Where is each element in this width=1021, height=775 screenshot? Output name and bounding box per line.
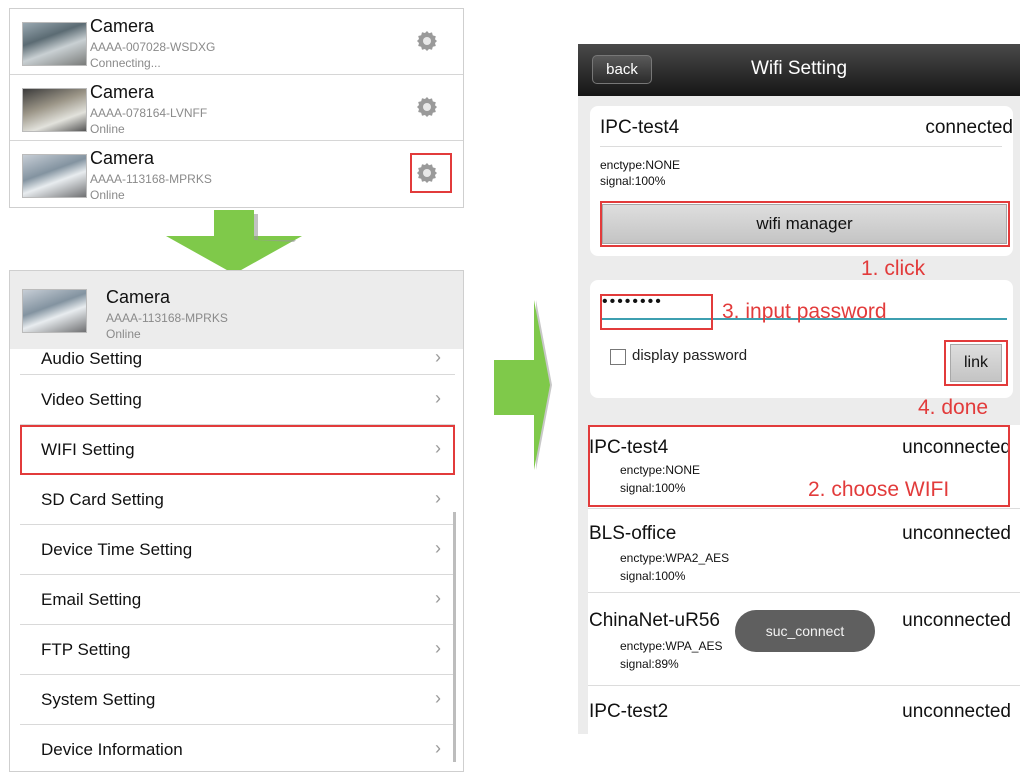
chevron-right-icon: › bbox=[435, 688, 441, 708]
network-signal: signal:89% bbox=[620, 657, 679, 671]
menu-item-system-setting[interactable]: System Setting › bbox=[20, 675, 455, 725]
camera-name: Camera bbox=[106, 287, 171, 307]
current-ssid: IPC-test4 bbox=[600, 117, 680, 138]
annotation-step1: 1. click bbox=[861, 257, 926, 280]
menu-item-label: Email Setting bbox=[41, 590, 142, 609]
network-ssid: ChinaNet-uR56 bbox=[589, 610, 720, 631]
camera-status: Online bbox=[106, 327, 141, 341]
network-state: unconnected bbox=[902, 523, 1011, 544]
current-signal: signal:100% bbox=[600, 174, 666, 188]
menu-item-audio-setting[interactable]: Audio Setting › bbox=[20, 347, 455, 375]
menu-item-device-information[interactable]: Device Information › bbox=[20, 725, 455, 771]
chevron-right-icon: › bbox=[435, 538, 441, 558]
camera-thumbnail bbox=[22, 289, 87, 333]
current-state: connected bbox=[925, 117, 1013, 138]
camera-list: Camera AAAA-007028-WSDXG Connecting... C… bbox=[9, 8, 464, 208]
page-title: Wifi Setting bbox=[750, 58, 848, 79]
network-row[interactable]: BLS-office unconnected enctype:WPA2_AES … bbox=[588, 509, 1020, 593]
chevron-right-icon: › bbox=[435, 638, 441, 658]
wifi-setting-highlight-box bbox=[20, 425, 455, 475]
password-highlight-box bbox=[600, 294, 713, 330]
right-arrow-graphic bbox=[494, 300, 552, 470]
network-row[interactable]: IPC-test2 unconnected bbox=[588, 686, 1020, 734]
chevron-right-icon: › bbox=[435, 347, 441, 367]
display-password-label: display password bbox=[632, 347, 748, 364]
chevron-right-icon: › bbox=[435, 738, 441, 758]
gear-icon[interactable] bbox=[415, 29, 439, 53]
link-highlight-box bbox=[944, 340, 1008, 386]
menu-item-label: Device Information bbox=[41, 740, 183, 759]
settings-menu: Audio Setting › Video Setting › WIFI Set… bbox=[20, 347, 455, 771]
camera-id: AAAA-007028-WSDXG bbox=[90, 40, 216, 54]
network-signal: signal:100% bbox=[620, 569, 686, 583]
chevron-right-icon: › bbox=[435, 588, 441, 608]
menu-item-video-setting[interactable]: Video Setting › bbox=[20, 375, 455, 425]
camera-id: AAAA-113168-MPRKS bbox=[90, 172, 212, 186]
menu-item-ftp-setting[interactable]: FTP Setting › bbox=[20, 625, 455, 675]
camera-id: AAAA-078164-LVNFF bbox=[90, 106, 208, 120]
title-bar: back Wifi Setting bbox=[578, 44, 1020, 96]
chevron-right-icon: › bbox=[435, 388, 441, 408]
display-password-checkbox[interactable] bbox=[610, 349, 626, 365]
annotation-step4: 4. done bbox=[918, 396, 989, 419]
network-state: unconnected bbox=[902, 610, 1011, 631]
network-ssid: BLS-office bbox=[589, 523, 677, 544]
camera-status: Online bbox=[90, 122, 125, 136]
settings-camera-header: Camera AAAA-113168-MPRKS Online bbox=[10, 271, 463, 349]
camera-thumbnail bbox=[22, 22, 87, 66]
camera-thumbnail bbox=[22, 88, 87, 132]
current-connection-card: IPC-test4 connected enctype:NONE signal:… bbox=[590, 106, 1013, 256]
gear-icon[interactable] bbox=[415, 95, 439, 119]
settings-scrollbar[interactable] bbox=[453, 512, 456, 762]
camera-id: AAAA-113168-MPRKS bbox=[106, 311, 228, 325]
menu-item-label: Device Time Setting bbox=[41, 540, 193, 559]
camera-row[interactable]: Camera AAAA-078164-LVNFF Online bbox=[10, 75, 463, 141]
menu-item-email-setting[interactable]: Email Setting › bbox=[20, 575, 455, 625]
network-row[interactable]: IPC-test4 unconnected enctype:NONE signa… bbox=[588, 425, 1020, 509]
network-enctype: enctype:WPA2_AES bbox=[620, 551, 730, 565]
camera-status: Online bbox=[90, 188, 125, 202]
network-highlight-box bbox=[588, 425, 1010, 507]
menu-item-sd-card-setting[interactable]: SD Card Setting › bbox=[20, 475, 455, 525]
camera-thumbnail bbox=[22, 154, 87, 198]
chevron-right-icon: › bbox=[435, 488, 441, 508]
menu-item-label: Audio Setting bbox=[41, 349, 143, 368]
network-ssid: IPC-test2 bbox=[589, 701, 669, 722]
menu-item-label: SD Card Setting bbox=[41, 490, 164, 509]
current-enctype: enctype:NONE bbox=[600, 158, 681, 172]
menu-item-label: FTP Setting bbox=[41, 640, 131, 659]
camera-name: Camera bbox=[90, 148, 155, 168]
camera-name: Camera bbox=[90, 82, 155, 102]
network-enctype: enctype:WPA_AES bbox=[620, 639, 723, 653]
gear-highlight-box bbox=[410, 153, 452, 193]
menu-item-wifi-setting[interactable]: WIFI Setting › bbox=[20, 425, 455, 475]
wifi-manager-highlight-box bbox=[600, 201, 1010, 247]
device-settings-panel: Camera AAAA-113168-MPRKS Online Audio Se… bbox=[9, 270, 464, 772]
camera-row[interactable]: Camera AAAA-007028-WSDXG Connecting... bbox=[10, 9, 463, 75]
toast-message: suc_connect bbox=[735, 610, 875, 652]
menu-item-device-time-setting[interactable]: Device Time Setting › bbox=[20, 525, 455, 575]
annotation-step3: 3. input password bbox=[722, 300, 887, 323]
camera-name: Camera bbox=[90, 16, 155, 36]
network-state: unconnected bbox=[902, 701, 1011, 722]
password-card: •••••••• 3. input password display passw… bbox=[590, 280, 1013, 398]
down-arrow-graphic bbox=[166, 210, 302, 274]
menu-item-label: System Setting bbox=[41, 690, 156, 709]
camera-row[interactable]: Camera AAAA-113168-MPRKS Online bbox=[10, 141, 463, 207]
wifi-setting-screen: back Wifi Setting IPC-test4 connected en… bbox=[578, 44, 1020, 734]
menu-item-label: Video Setting bbox=[41, 390, 142, 409]
divider bbox=[600, 146, 1002, 147]
camera-status: Connecting... bbox=[90, 56, 161, 70]
